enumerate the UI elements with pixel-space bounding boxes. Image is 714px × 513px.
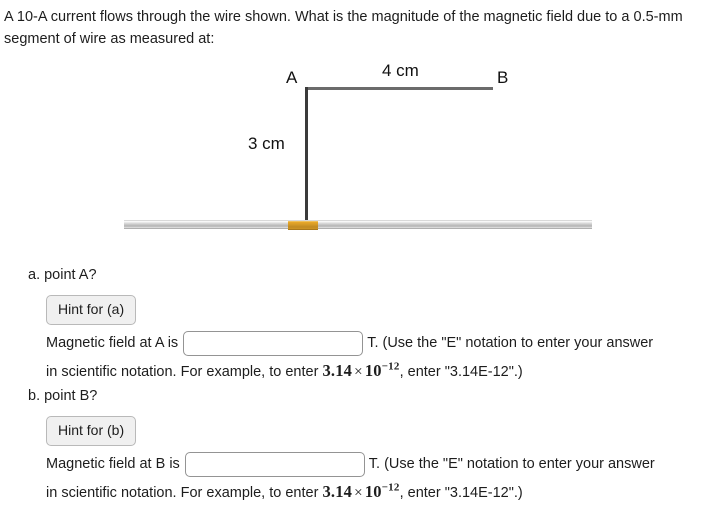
part-a-answer-prefix: Magnetic field at A is: [46, 335, 179, 351]
hint-for-a-button[interactable]: Hint for (a): [46, 295, 137, 325]
part-a-example-expression: 3.14 × 10−12: [322, 361, 399, 380]
part-a-heading: a. point A?: [28, 267, 97, 283]
part-b-math-mantissa: 3.14: [322, 482, 353, 501]
part-b-math-times: ×: [354, 485, 363, 501]
part-b-math-base: 10: [364, 482, 382, 501]
part-a-math-base: 10: [364, 361, 382, 380]
part-b-answer-suffix: T. (Use the "E" notation to enter your a…: [368, 456, 655, 472]
vertical-distance-label: 3 cm: [248, 134, 285, 153]
part-b-answer-prefix: Magnetic field at B is: [46, 456, 180, 472]
horizontal-distance-label: 4 cm: [382, 61, 419, 80]
part-b-instruction-after: , enter "3.14E-12".): [399, 485, 523, 501]
hint-for-b-button[interactable]: Hint for (b): [46, 416, 137, 446]
part-b-answer-block: Magnetic field at B is T. (Use the "E" n…: [46, 450, 711, 506]
part-a-answer-input[interactable]: [183, 330, 364, 356]
wire-diagram: A B 4 cm 3 cm: [0, 56, 714, 251]
point-a-label: A: [286, 68, 298, 87]
part-b-heading: b. point B?: [28, 388, 98, 404]
part-a-instruction-after: , enter "3.14E-12".): [399, 364, 523, 380]
question-prompt: A 10-A current flows through the wire sh…: [4, 6, 704, 50]
part-b-math-exponent: −12: [381, 481, 400, 494]
highlighted-wire-segment: [288, 221, 318, 230]
current-carrying-bar: [124, 220, 592, 230]
part-b-example-expression: 3.14 × 10−12: [322, 482, 399, 501]
part-a-math-mantissa: 3.14: [322, 361, 353, 380]
part-b-instruction-before: in scientific notation. For example, to …: [46, 485, 319, 501]
part-a-instruction-before: in scientific notation. For example, to …: [46, 364, 319, 380]
part-b-answer-input[interactable]: [184, 451, 365, 477]
question-line-1: A 10-A current flows through the wire sh…: [4, 9, 630, 25]
part-a-answer-block: Magnetic field at A is T. (Use the "E" n…: [46, 329, 711, 385]
part-a-math-times: ×: [354, 364, 363, 380]
part-a-math-exponent: −12: [381, 360, 400, 373]
part-a-answer-suffix: T. (Use the "E" notation to enter your a…: [367, 335, 654, 351]
vertical-wire-line: [305, 87, 308, 222]
horizontal-wire-line: [305, 87, 493, 90]
point-b-label: B: [497, 68, 509, 87]
